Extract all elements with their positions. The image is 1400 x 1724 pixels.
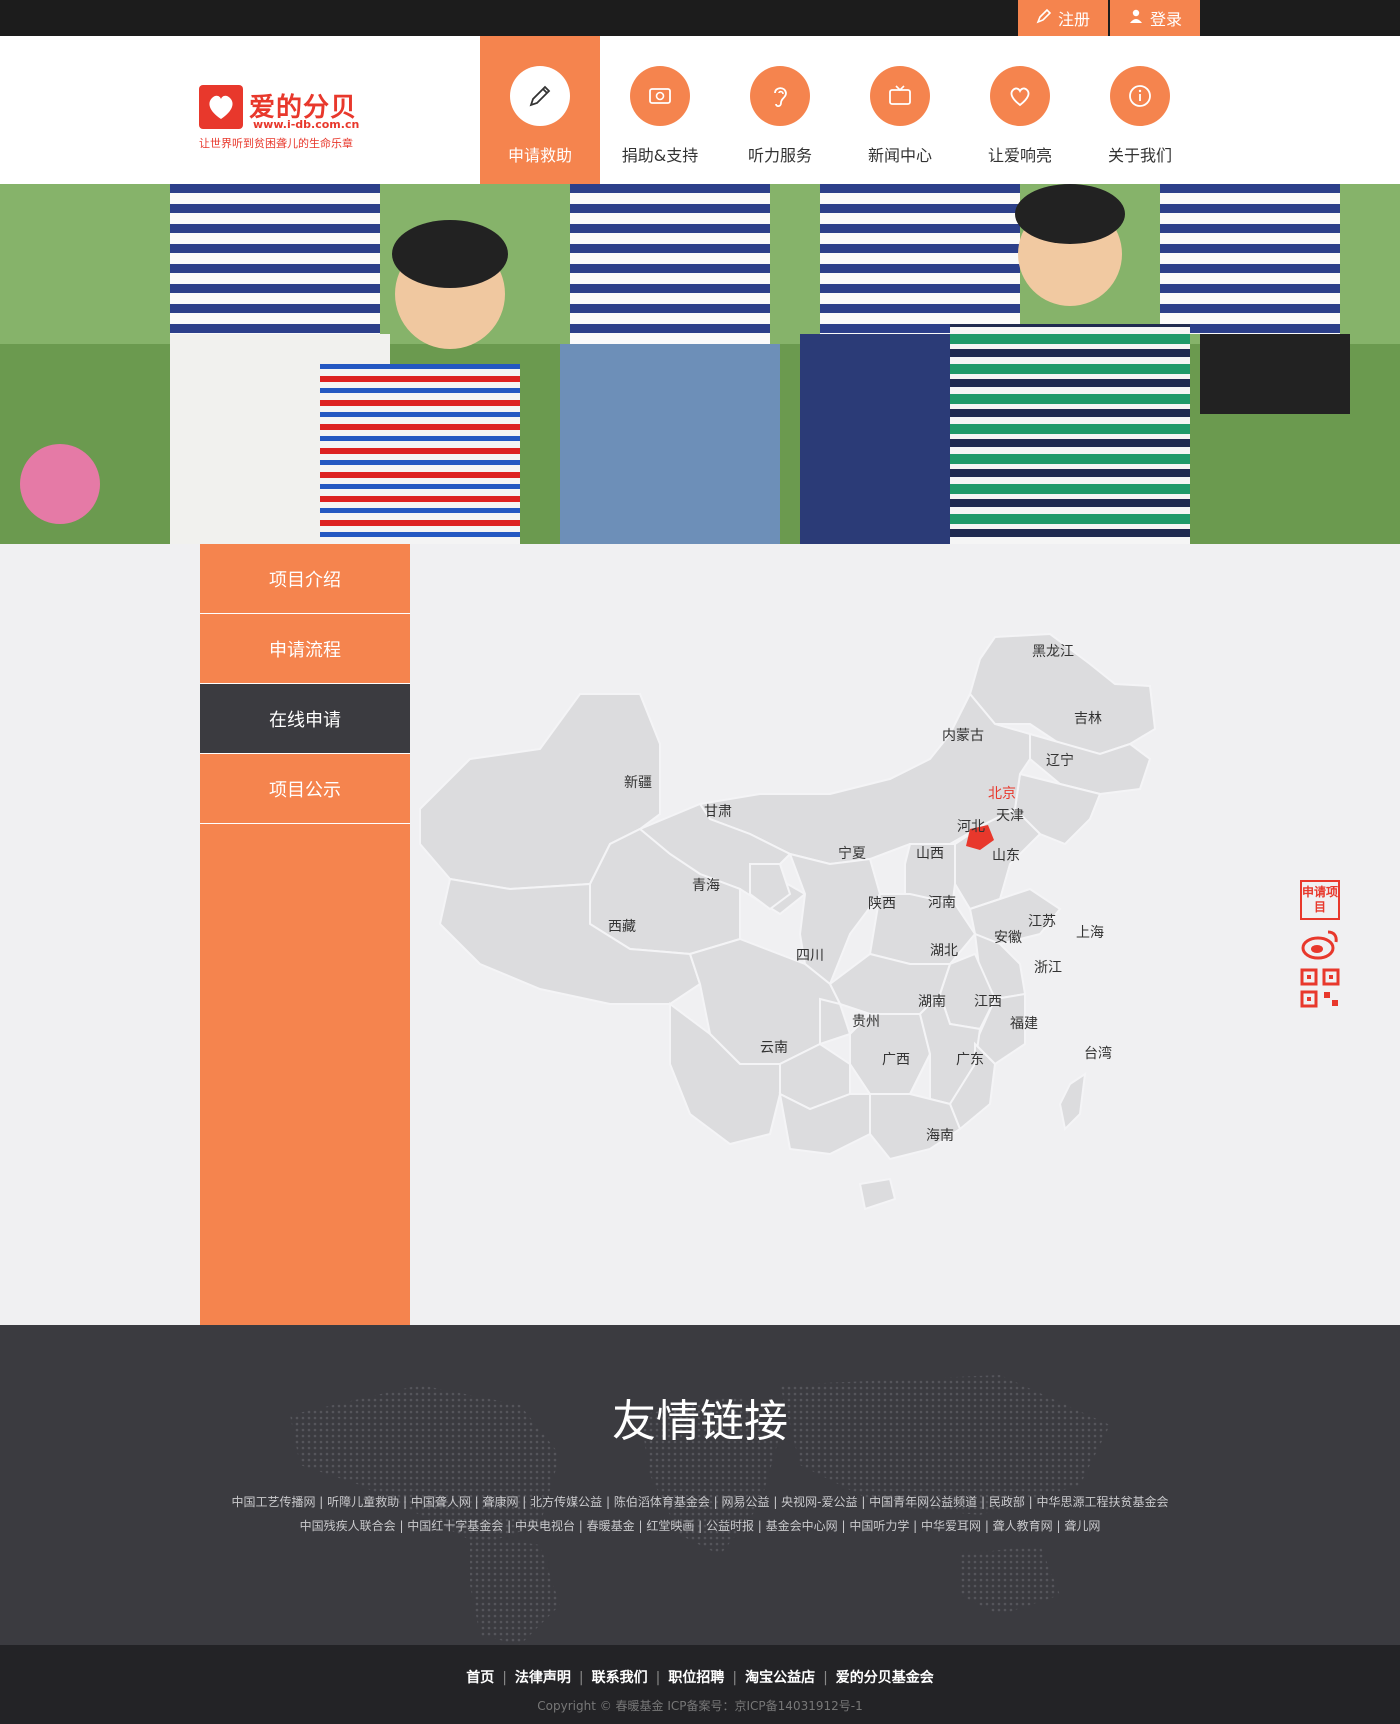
map-label[interactable]: 黑龙江 (1032, 644, 1074, 660)
bottom-link-taobao[interactable]: 淘宝公益店 (745, 1670, 815, 1686)
money-icon (630, 66, 690, 126)
logo-mark-icon (199, 85, 243, 129)
map-label[interactable]: 吉林 (1074, 711, 1102, 727)
logo-url: www.i-db.com.cn (253, 118, 360, 131)
apply-project-button[interactable]: 申请项目 (1300, 880, 1340, 920)
map-label[interactable]: 西藏 (608, 919, 636, 935)
bottom-link-foundation[interactable]: 爱的分贝基金会 (836, 1670, 934, 1686)
bottom-link-legal[interactable]: 法律声明 (515, 1670, 571, 1686)
bottom-link-jobs[interactable]: 职位招聘 (668, 1670, 724, 1686)
map-label[interactable]: 台湾 (1084, 1045, 1112, 1062)
map-label[interactable]: 甘肃 (704, 804, 732, 820)
bottom-link-home[interactable]: 首页 (466, 1670, 494, 1686)
map-label[interactable]: 安徽 (994, 930, 1022, 946)
map-region-taiwan (1058, 1071, 1087, 1132)
register-button[interactable]: 注册 (1018, 0, 1108, 36)
map-label[interactable]: 内蒙古 (942, 728, 984, 744)
map-label[interactable]: 江西 (974, 994, 1002, 1010)
map-label[interactable]: 山西 (916, 846, 944, 862)
login-button[interactable]: 登录 (1110, 0, 1200, 36)
map-label[interactable]: 山东 (992, 848, 1020, 864)
separator: | (655, 1670, 661, 1686)
map-label[interactable]: 天津 (996, 808, 1024, 824)
hero-banner-photo (0, 184, 1400, 544)
map-label[interactable]: 四川 (796, 948, 824, 964)
info-icon (1110, 66, 1170, 126)
sidebar: 项目介绍 申请流程 在线申请 项目公示 (200, 544, 410, 1325)
nav-label: 关于我们 (1107, 146, 1172, 165)
nav-label: 申请救助 (507, 146, 572, 165)
nav-label: 新闻中心 (867, 146, 932, 165)
map-region-guangxi (778, 1092, 871, 1156)
map-label[interactable]: 福建 (1010, 1016, 1038, 1032)
copyright: Copyright © 春暖基金 ICP备案号：京ICP备14031912号-1 (537, 1699, 863, 1713)
world-map-dots-background (290, 1375, 1110, 1645)
map-label[interactable]: 云南 (760, 1040, 788, 1056)
map-label[interactable]: 青海 (692, 878, 720, 894)
map-label[interactable]: 河南 (928, 895, 956, 911)
map-label[interactable]: 江苏 (1028, 914, 1056, 930)
map-region-hainan (858, 1177, 897, 1211)
sidebar-item-apply-process[interactable]: 申请流程 (200, 614, 410, 684)
ear-icon (750, 66, 810, 126)
nav-about-us[interactable]: 关于我们 (1080, 36, 1200, 184)
user-icon (1128, 8, 1144, 28)
friend-links-row-2[interactable]: 中国残疾人联合会 | 中国红十字基金会 | 中央电视台 | 春暖基金 | 红堂映… (0, 1517, 1400, 1534)
header: 爱的分贝 www.i-db.com.cn 让世界听到贫困聋儿的生命乐章 申请救助… (0, 36, 1400, 184)
tv-icon (870, 66, 930, 126)
bottom-bar: 首页 | 法律声明 | 联系我们 | 职位招聘 | 淘宝公益店 | 爱的分贝基金会 Copyrigh… (0, 1645, 1400, 1724)
map-label[interactable]: 北京 (988, 786, 1016, 802)
register-label: 注册 (1057, 10, 1090, 29)
banner-illustration (0, 184, 1400, 544)
map-label[interactable]: 上海 (1076, 925, 1104, 941)
bottom-nav: 首页 | 法律声明 | 联系我们 | 职位招聘 | 淘宝公益店 | 爱的分贝基金会 (0, 1667, 1400, 1687)
map-label[interactable]: 湖南 (918, 994, 946, 1010)
map-label[interactable]: 宁夏 (838, 845, 866, 862)
map-label[interactable]: 贵州 (852, 1014, 880, 1030)
map-label[interactable]: 辽宁 (1046, 752, 1074, 769)
pencil-icon (510, 66, 570, 126)
map-region-guangdong (869, 1093, 962, 1161)
separator: | (502, 1670, 507, 1686)
top-bar: 注册 登录 (0, 0, 1400, 36)
apply-project-label: 申请项目 (1302, 885, 1339, 914)
heart-icon (990, 66, 1050, 126)
logo[interactable]: 爱的分贝 www.i-db.com.cn 让世界听到贫困聋儿的生命乐章 (199, 85, 379, 195)
logo-slogan: 让世界听到贫困聋儿的生命乐章 (199, 137, 353, 150)
map-label[interactable]: 海南 (926, 1128, 954, 1144)
weibo-icon[interactable] (1300, 926, 1340, 962)
separator: | (578, 1670, 584, 1686)
bottom-link-contact[interactable]: 联系我们 (592, 1670, 648, 1686)
footer-links-section: 友情链接 中国工艺传播网 | 听障儿童救助 | 中国聋人网 | 聋康网 | 北方… (0, 1325, 1400, 1645)
china-map: 黑龙江 吉林 辽宁 内蒙古 北京 天津 河北 山西 山东 新疆 甘肃 宁夏 青海… (410, 544, 1400, 1325)
map-label[interactable]: 河北 (957, 819, 985, 835)
sidebar-item-project-intro[interactable]: 项目介绍 (200, 544, 410, 614)
map-label[interactable]: 新疆 (624, 775, 652, 791)
footer-title: 友情链接 (612, 1396, 788, 1447)
nav-label: 捐助&支持 (621, 146, 699, 165)
map-label[interactable]: 湖北 (930, 943, 958, 959)
nav-label: 让爱响亮 (987, 146, 1052, 165)
map-label[interactable]: 浙江 (1034, 960, 1062, 976)
nav-hearing-service[interactable]: 听力服务 (720, 36, 840, 184)
qr-code-icon[interactable] (1300, 968, 1340, 1008)
login-label: 登录 (1149, 10, 1182, 29)
map-label[interactable]: 陕西 (868, 896, 896, 912)
pen-icon (1036, 8, 1052, 28)
nav-label: 听力服务 (747, 146, 812, 165)
separator: | (823, 1670, 828, 1686)
nav-love-loud[interactable]: 让爱响亮 (960, 36, 1080, 184)
nav-donate-support[interactable]: 捐助&支持 (600, 36, 720, 184)
float-toolbar: 申请项目 (1300, 880, 1340, 1008)
map-label[interactable]: 广西 (882, 1052, 910, 1068)
sidebar-item-project-publicity[interactable]: 项目公示 (200, 754, 410, 824)
separator: | (732, 1670, 738, 1686)
sidebar-item-online-apply[interactable]: 在线申请 (200, 684, 410, 754)
nav-apply-rescue[interactable]: 申请救助 (480, 36, 600, 184)
friend-links-row-1[interactable]: 中国工艺传播网 | 听障儿童救助 | 中国聋人网 | 聋康网 | 北方传媒公益 … (0, 1493, 1400, 1510)
map-label[interactable]: 广东 (956, 1052, 984, 1068)
nav-news-center[interactable]: 新闻中心 (840, 36, 960, 184)
